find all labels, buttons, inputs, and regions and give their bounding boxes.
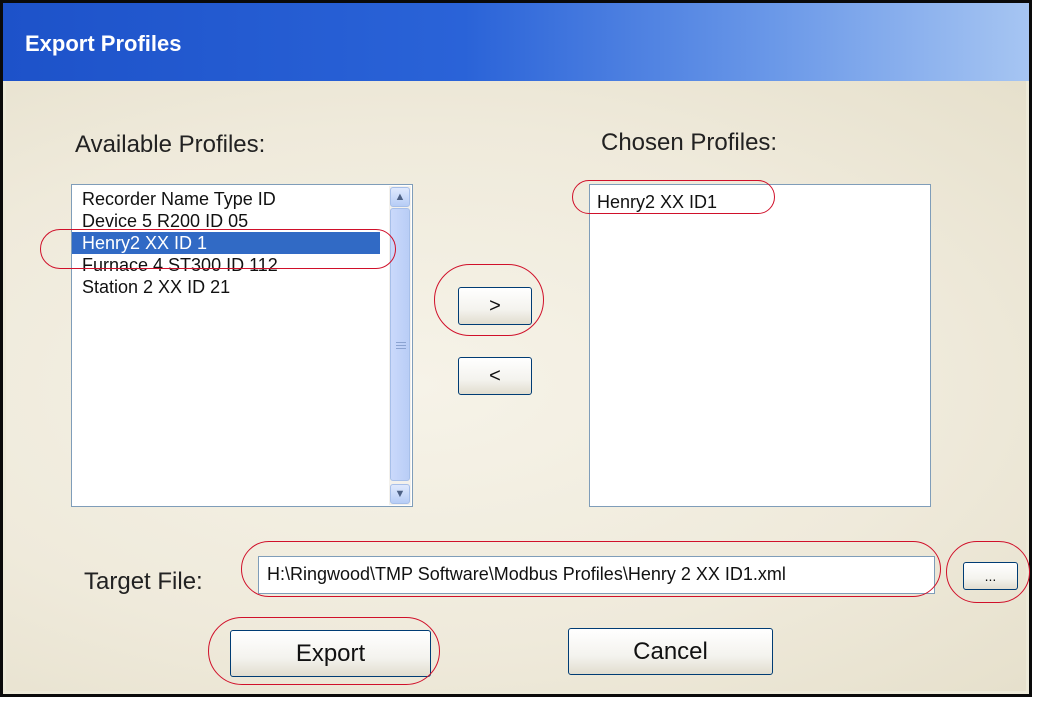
available-profiles-label: Available Profiles: (75, 131, 266, 158)
grip-line (396, 345, 406, 346)
target-file-field[interactable]: H:\Ringwood\TMP Software\Modbus Profiles… (258, 556, 935, 594)
chosen-profiles-list[interactable]: Henry2 XX ID1 (589, 184, 931, 507)
browse-button[interactable]: ... (963, 562, 1018, 590)
grip-line (396, 342, 406, 343)
list-item[interactable]: Furnace 4 ST300 ID 112 (72, 254, 412, 276)
grip-line (396, 348, 406, 349)
export-profiles-dialog: Export Profiles Available Profiles: Reco… (0, 0, 1032, 697)
dialog-title: Export Profiles (25, 31, 182, 56)
remove-profile-button[interactable]: < (458, 357, 532, 395)
scroll-down-icon[interactable]: ▼ (390, 484, 410, 504)
list-item[interactable]: Station 2 XX ID 21 (72, 276, 412, 298)
list-item[interactable]: Recorder Name Type ID (72, 188, 412, 210)
dialog-body: Available Profiles: Recorder Name Type I… (6, 81, 1026, 691)
available-profiles-list[interactable]: Recorder Name Type ID Device 5 R200 ID 0… (71, 184, 413, 507)
cancel-button[interactable]: Cancel (568, 628, 773, 675)
scroll-thumb[interactable] (390, 208, 410, 481)
vertical-scrollbar[interactable]: ▲ ▼ (389, 186, 411, 505)
chosen-profiles-label: Chosen Profiles: (601, 129, 778, 156)
title-bar[interactable]: Export Profiles (3, 3, 1029, 81)
list-item[interactable]: Henry2 XX ID1 (590, 191, 930, 213)
add-profile-button[interactable]: > (458, 287, 532, 325)
list-item-selected[interactable]: Henry2 XX ID 1 (72, 232, 380, 254)
target-file-label: Target File: (84, 568, 203, 595)
list-item[interactable]: Device 5 R200 ID 05 (72, 210, 412, 232)
export-button[interactable]: Export (230, 630, 431, 677)
scroll-up-icon[interactable]: ▲ (390, 187, 410, 207)
